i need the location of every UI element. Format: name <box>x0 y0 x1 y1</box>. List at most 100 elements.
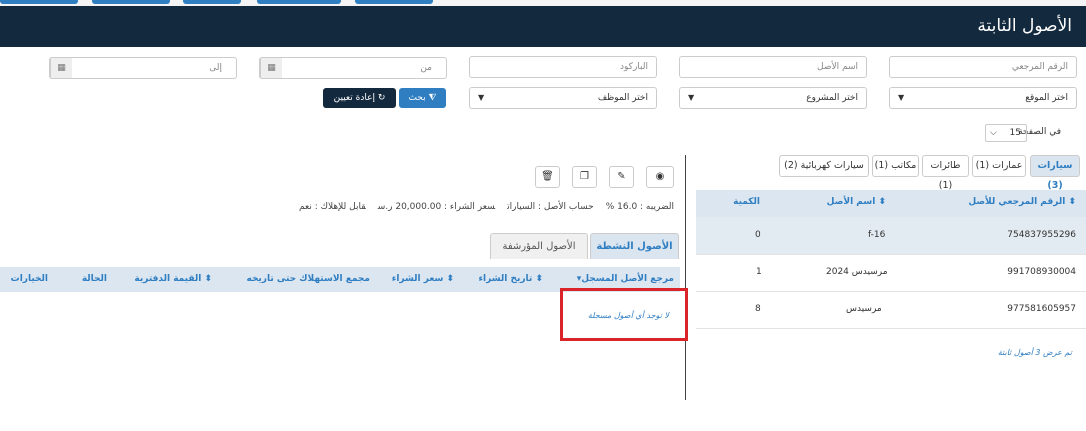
filter-icon: ⧩ <box>428 93 437 103</box>
employee-select[interactable]: اختر الموظف ▼ <box>469 87 657 109</box>
category-chip-cars[interactable]: سيارات (3) <box>1030 155 1080 191</box>
header-label: سعر الشراء <box>391 274 444 284</box>
column-header-accumulated[interactable]: مجمع الاستهلاك حتى تاريخه <box>246 274 370 284</box>
delete-button[interactable]: 🗑 <box>535 166 560 188</box>
category-chip-electric-cars[interactable]: سيارات كهربائية (2) <box>779 155 869 177</box>
info-price: سعر الشراء : 20,000.00 ر.س <box>377 202 496 212</box>
sort-icon: ⬍ <box>535 274 543 284</box>
asset-name-placeholder: اسم الأصل <box>817 62 858 72</box>
asset-info-line: الضريبه : 16.0 % حساب الأصل : السيارات سعر… <box>287 202 674 212</box>
chip-label: سيارات كهربائية (2) <box>784 160 864 171</box>
info-depreciable: قابل للإهلاك : نعم <box>299 202 366 212</box>
category-chip-offices[interactable]: مكاتب (1) <box>872 155 919 177</box>
column-header-status[interactable]: الحالة <box>82 274 107 284</box>
from-placeholder: من <box>420 63 432 73</box>
column-header-purchase-price[interactable]: ⬍ سعر الشراء <box>392 274 454 284</box>
location-select[interactable]: اختر الموقع ▼ <box>889 87 1077 109</box>
row-reference: 754837955296 <box>1007 230 1076 240</box>
location-select-value: اختر الموقع <box>1025 93 1068 103</box>
top-tab[interactable] <box>355 0 433 4</box>
project-select-value: اختر المشروع <box>806 93 858 103</box>
per-page-value: 15 <box>1009 128 1021 138</box>
edit-icon: ✎ <box>617 171 626 182</box>
calendar-icon[interactable]: ▦ <box>260 58 282 78</box>
copy-icon: ❐ <box>580 171 589 182</box>
reset-button-label: إعادة تعيين <box>333 93 375 103</box>
caret-down-icon: ▼ <box>478 93 485 102</box>
row-name: مرسيدس 2024 <box>826 267 888 277</box>
column-header-options[interactable]: الخيارات <box>11 274 48 284</box>
tab-label: الأصول المؤرشفة <box>502 241 576 252</box>
employee-select-value: اختر الموظف <box>597 93 648 103</box>
asset-name-input[interactable]: اسم الأصل <box>679 56 867 78</box>
project-select[interactable]: اختر المشروع ▼ <box>679 87 867 109</box>
table-row[interactable]: 991708930004 مرسيدس 2024 1 <box>696 255 1086 292</box>
column-header-quantity[interactable]: الكمية <box>733 197 760 207</box>
top-tab[interactable] <box>183 0 241 4</box>
eye-icon: ◉ <box>655 171 665 182</box>
tab-label: الأصول النشطة <box>596 241 673 252</box>
from-date-input[interactable]: من ▦ <box>259 57 447 79</box>
search-button-label: بحث <box>408 93 426 103</box>
column-header-purchase-date[interactable]: ⬍ تاريخ الشراء <box>478 274 543 284</box>
top-tab[interactable] <box>92 0 170 4</box>
reference-input[interactable]: الرقم المرجعي <box>889 56 1077 78</box>
row-reference: 991708930004 <box>1007 267 1076 277</box>
category-chip-buildings[interactable]: عمارات (1) <box>972 155 1026 177</box>
chip-label: سيارات (3) <box>1037 160 1073 191</box>
row-name: مرسيدس <box>846 304 882 314</box>
column-header-name[interactable]: ⬍ اسم الأصل <box>827 197 886 207</box>
header-label: مرجع الأصل المسجل <box>581 274 674 284</box>
chip-label: مكاتب (1) <box>874 160 917 171</box>
page-title: الأصول الثابتة <box>977 16 1072 36</box>
sort-icon: ⬍ <box>878 197 886 207</box>
chip-label: طائرات (1) <box>930 160 961 191</box>
reset-button[interactable]: ↻ إعادة تعيين <box>323 88 396 108</box>
sort-icon: ⬍ <box>446 274 454 284</box>
caret-down-icon: ▼ <box>898 93 905 102</box>
asset-table-footer: تم عرض 3 أصول ثابتة <box>997 348 1072 357</box>
edit-button[interactable]: ✎ <box>609 166 634 188</box>
reset-icon: ↻ <box>377 93 386 103</box>
top-tab[interactable] <box>257 0 341 4</box>
column-header-registered-ref[interactable]: مرجع الأصل المسجل▾ <box>577 274 674 284</box>
highlight-box <box>560 288 688 341</box>
copy-button[interactable]: ❐ <box>572 166 597 188</box>
table-row[interactable]: 754837955296 f-16 0 <box>696 217 1086 255</box>
header-label: تاريخ الشراء <box>478 274 533 284</box>
chevron-down-icon: ⌵ <box>990 128 997 138</box>
calendar-icon[interactable]: ▦ <box>50 58 72 78</box>
row-quantity: 0 <box>755 230 761 240</box>
tab-active-assets[interactable]: الأصول النشطة <box>590 233 679 259</box>
barcode-input[interactable]: الباركود <box>469 56 657 78</box>
info-account: حساب الأصل : السيارات <box>507 202 594 212</box>
column-header-reference[interactable]: ⬍ الرقم المرجعي للأصل <box>968 197 1076 207</box>
chip-label: عمارات (1) <box>975 160 1023 171</box>
caret-down-icon: ▼ <box>688 93 695 102</box>
row-quantity: 1 <box>756 267 762 277</box>
row-name: f-16 <box>868 230 886 240</box>
sort-icon: ⬍ <box>1068 197 1076 207</box>
category-chip-planes[interactable]: طائرات (1) <box>922 155 969 191</box>
barcode-placeholder: الباركود <box>620 62 648 72</box>
tab-archived-assets[interactable]: الأصول المؤرشفة <box>490 233 588 259</box>
header-label: اسم الأصل <box>826 197 876 207</box>
column-header-book-value[interactable]: ⬍ القيمة الدفترية <box>134 274 212 284</box>
to-placeholder: إلى <box>209 63 222 73</box>
page-header: الأصول الثابتة <box>0 6 1086 47</box>
search-button[interactable]: ⧩ بحث <box>399 88 446 108</box>
trash-icon: 🗑 <box>541 171 554 182</box>
asset-table-header: ⬍ الرقم المرجعي للأصل ⬍ اسم الأصل الكمية <box>696 190 1086 217</box>
to-date-input[interactable]: إلى ▦ <box>49 57 237 79</box>
reference-placeholder: الرقم المرجعي <box>1011 62 1068 72</box>
top-tab[interactable] <box>0 0 78 4</box>
header-label: الرقم المرجعي للأصل <box>968 197 1066 207</box>
row-quantity: 8 <box>755 304 761 314</box>
header-label: القيمة الدفترية <box>134 274 202 284</box>
info-tax: الضريبه : 16.0 % <box>605 202 674 212</box>
panel-divider <box>685 155 686 400</box>
view-button[interactable]: ◉ <box>646 166 674 188</box>
per-page-select[interactable]: 15 ⌵ <box>985 124 1027 142</box>
sort-icon: ⬍ <box>204 274 212 284</box>
table-row[interactable]: 977581605957 مرسيدس 8 <box>696 292 1086 329</box>
